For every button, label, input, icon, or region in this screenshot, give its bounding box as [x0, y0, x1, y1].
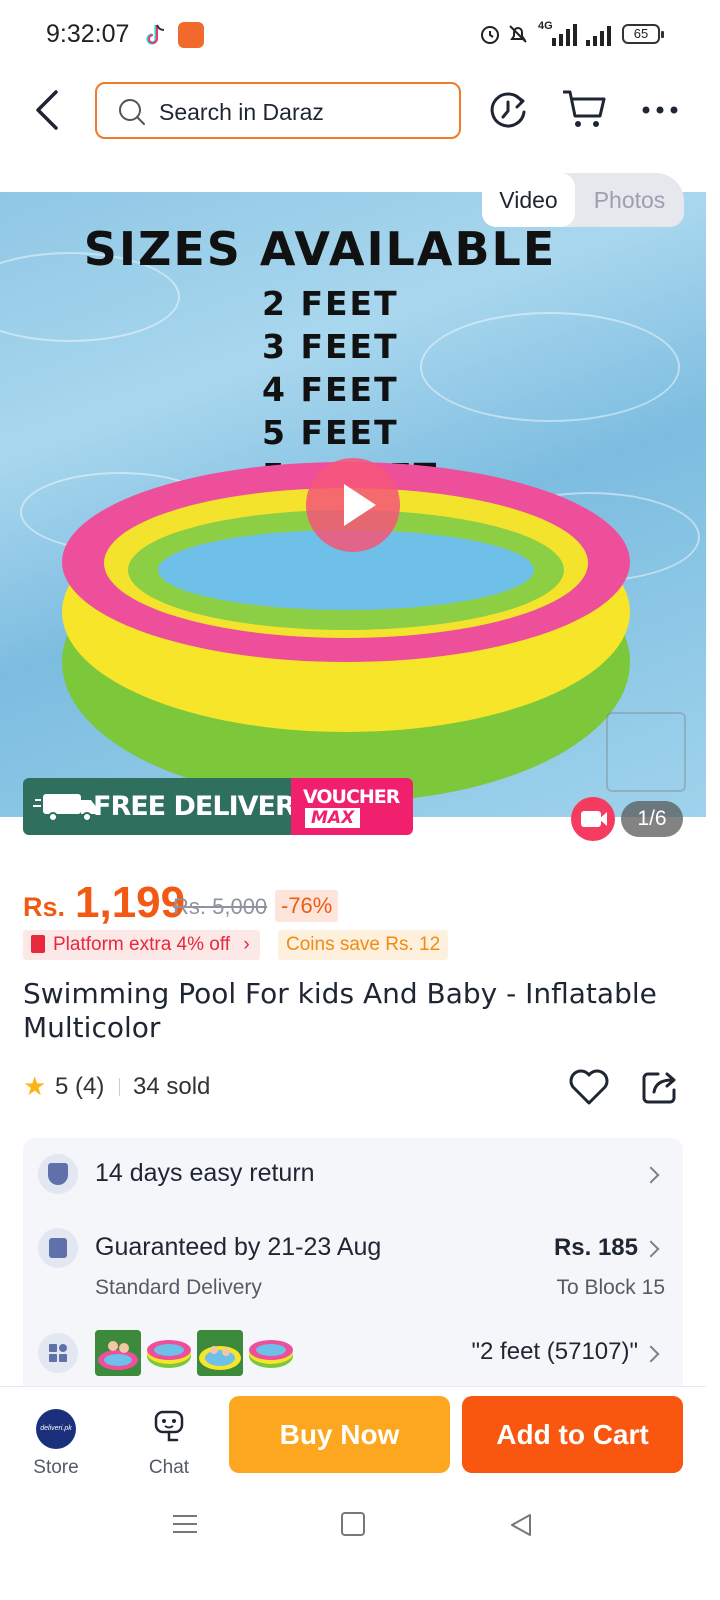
store-button[interactable]: deliveri.pk Store	[20, 1395, 92, 1478]
price-currency: Rs.	[23, 892, 66, 922]
search-input[interactable]: Search in Daraz	[95, 82, 461, 139]
voucher-label: VOUCHER	[303, 786, 400, 808]
play-video-button[interactable]	[306, 458, 400, 552]
battery-icon: 65	[622, 24, 664, 44]
image-size-item: 4 FEET	[262, 370, 399, 409]
voucher-icon	[31, 935, 45, 953]
price-original: Rs. 5,000	[173, 894, 268, 919]
video-camera-lens	[599, 812, 607, 826]
status-bar: 9:32:07 4G 65	[0, 0, 720, 70]
variant-thumbnail[interactable]	[95, 1330, 141, 1376]
status-time: 9:32:07	[46, 20, 130, 48]
price-row: Rs. 1,199 Rs. 5,000 -76%	[23, 878, 703, 928]
image-size-item: 3 FEET	[262, 327, 399, 366]
top-nav: Search in Daraz	[0, 70, 720, 160]
system-back-icon[interactable]	[508, 1512, 534, 1538]
delivery-fee: Rs. 185	[553, 1234, 638, 1261]
return-shield-icon	[38, 1154, 78, 1194]
variant-grid-icon	[38, 1333, 78, 1373]
platform-offer-text: Platform extra 4% off	[53, 934, 231, 955]
delivery-guarantee[interactable]: Guaranteed by 21-23 Aug	[95, 1233, 381, 1262]
signal-icon	[586, 26, 611, 46]
shield-icon	[48, 1163, 68, 1185]
video-camera-icon[interactable]	[571, 797, 615, 841]
share-icon[interactable]	[640, 1068, 680, 1106]
play-icon	[344, 484, 376, 526]
variant-image	[197, 1330, 243, 1376]
recent-apps-icon[interactable]	[172, 1512, 198, 1536]
back-icon[interactable]	[28, 88, 68, 132]
delivery-type: Standard Delivery	[95, 1276, 262, 1299]
signal-icon	[552, 24, 577, 46]
chevron-right-icon: ›	[243, 934, 250, 955]
product-media-gallery[interactable]: SIZES AVAILABLE 2 FEET 3 FEET 4 FEET 5 F…	[0, 192, 706, 817]
rating-value[interactable]: 5 (4)	[55, 1073, 104, 1101]
store-label: Store	[33, 1457, 79, 1478]
chat-button[interactable]: Chat	[133, 1395, 205, 1478]
chat-icon	[154, 1410, 184, 1442]
free-delivery-label: FREE DELIVERY	[93, 791, 313, 822]
search-icon	[119, 99, 145, 125]
home-icon[interactable]	[341, 1512, 365, 1536]
selected-variant[interactable]: "2 feet (57107)"	[472, 1338, 638, 1366]
mute-bell-icon	[509, 25, 527, 43]
watermark-logo	[606, 712, 686, 792]
more-options-icon[interactable]	[638, 98, 682, 122]
refresh-history-icon[interactable]	[486, 88, 530, 132]
rating-row: ★ 5 (4) 34 sold	[23, 1068, 703, 1108]
delivery-box-icon	[38, 1228, 78, 1268]
platform-offer-tag[interactable]: Platform extra 4% off ›	[23, 930, 260, 960]
voucher-max-badge: VOUCHER MAX	[291, 778, 413, 835]
delivery-destination: To Block 15	[556, 1276, 665, 1299]
store-logo: deliveri.pk	[36, 1409, 76, 1449]
image-size-item: 2 FEET	[262, 284, 399, 323]
chevron-right-icon[interactable]	[642, 1240, 660, 1258]
chevron-right-icon[interactable]	[642, 1166, 660, 1184]
variant-thumbnail[interactable]	[146, 1330, 192, 1376]
divider	[119, 1078, 120, 1096]
cart-icon[interactable]	[560, 86, 608, 132]
return-policy[interactable]: 14 days easy return	[95, 1159, 315, 1188]
add-to-cart-button[interactable]: Add to Cart	[462, 1396, 683, 1473]
service-info-card: 14 days easy return Guaranteed by 21-23 …	[23, 1138, 683, 1388]
variant-image	[95, 1330, 141, 1376]
star-icon: ★	[23, 1071, 47, 1101]
price-current: 1,199	[75, 878, 186, 927]
buy-now-button[interactable]: Buy Now	[229, 1396, 450, 1473]
tab-photos[interactable]: Photos	[575, 173, 684, 227]
media-tabs: Video Photos	[482, 173, 684, 227]
search-placeholder: Search in Daraz	[159, 99, 324, 125]
variant-image	[147, 1340, 191, 1368]
tab-video[interactable]: Video	[482, 173, 575, 227]
chevron-right-icon[interactable]	[642, 1345, 660, 1363]
free-delivery-badge: FREE DELIVERY	[23, 778, 313, 835]
variant-thumbnail[interactable]	[197, 1330, 243, 1376]
discount-badge: -76%	[275, 890, 339, 922]
image-size-item: 5 FEET	[262, 413, 399, 452]
heart-icon[interactable]	[568, 1068, 610, 1106]
tiktok-icon	[146, 24, 165, 45]
image-headline: SIZES AVAILABLE	[83, 222, 557, 276]
grid-icon	[49, 1344, 67, 1362]
image-counter: 1/6	[621, 801, 683, 837]
variant-thumbnail[interactable]	[248, 1330, 294, 1376]
coins-offer-tag: Coins save Rs. 12	[278, 930, 449, 960]
bottom-action-bar: deliveri.pk Store Chat Buy Now Add to Ca…	[0, 1386, 706, 1486]
sold-count: 34 sold	[133, 1073, 211, 1100]
voucher-max-label: MAX	[305, 808, 361, 828]
product-title: Swimming Pool For kids And Baby - Inflat…	[23, 977, 657, 1044]
variant-image	[249, 1340, 293, 1368]
alarm-icon	[481, 26, 499, 44]
water-ripple	[420, 312, 680, 422]
video-camera-body	[581, 811, 601, 827]
chat-label: Chat	[148, 1457, 190, 1478]
system-navigation-bar	[0, 1490, 720, 1600]
promo-banner: FREE DELIVERY VOUCHER MAX	[23, 778, 413, 835]
box-icon	[49, 1238, 67, 1258]
offer-row: Platform extra 4% off › Coins save Rs. 1…	[23, 930, 703, 960]
notification-app-icon	[178, 22, 204, 48]
